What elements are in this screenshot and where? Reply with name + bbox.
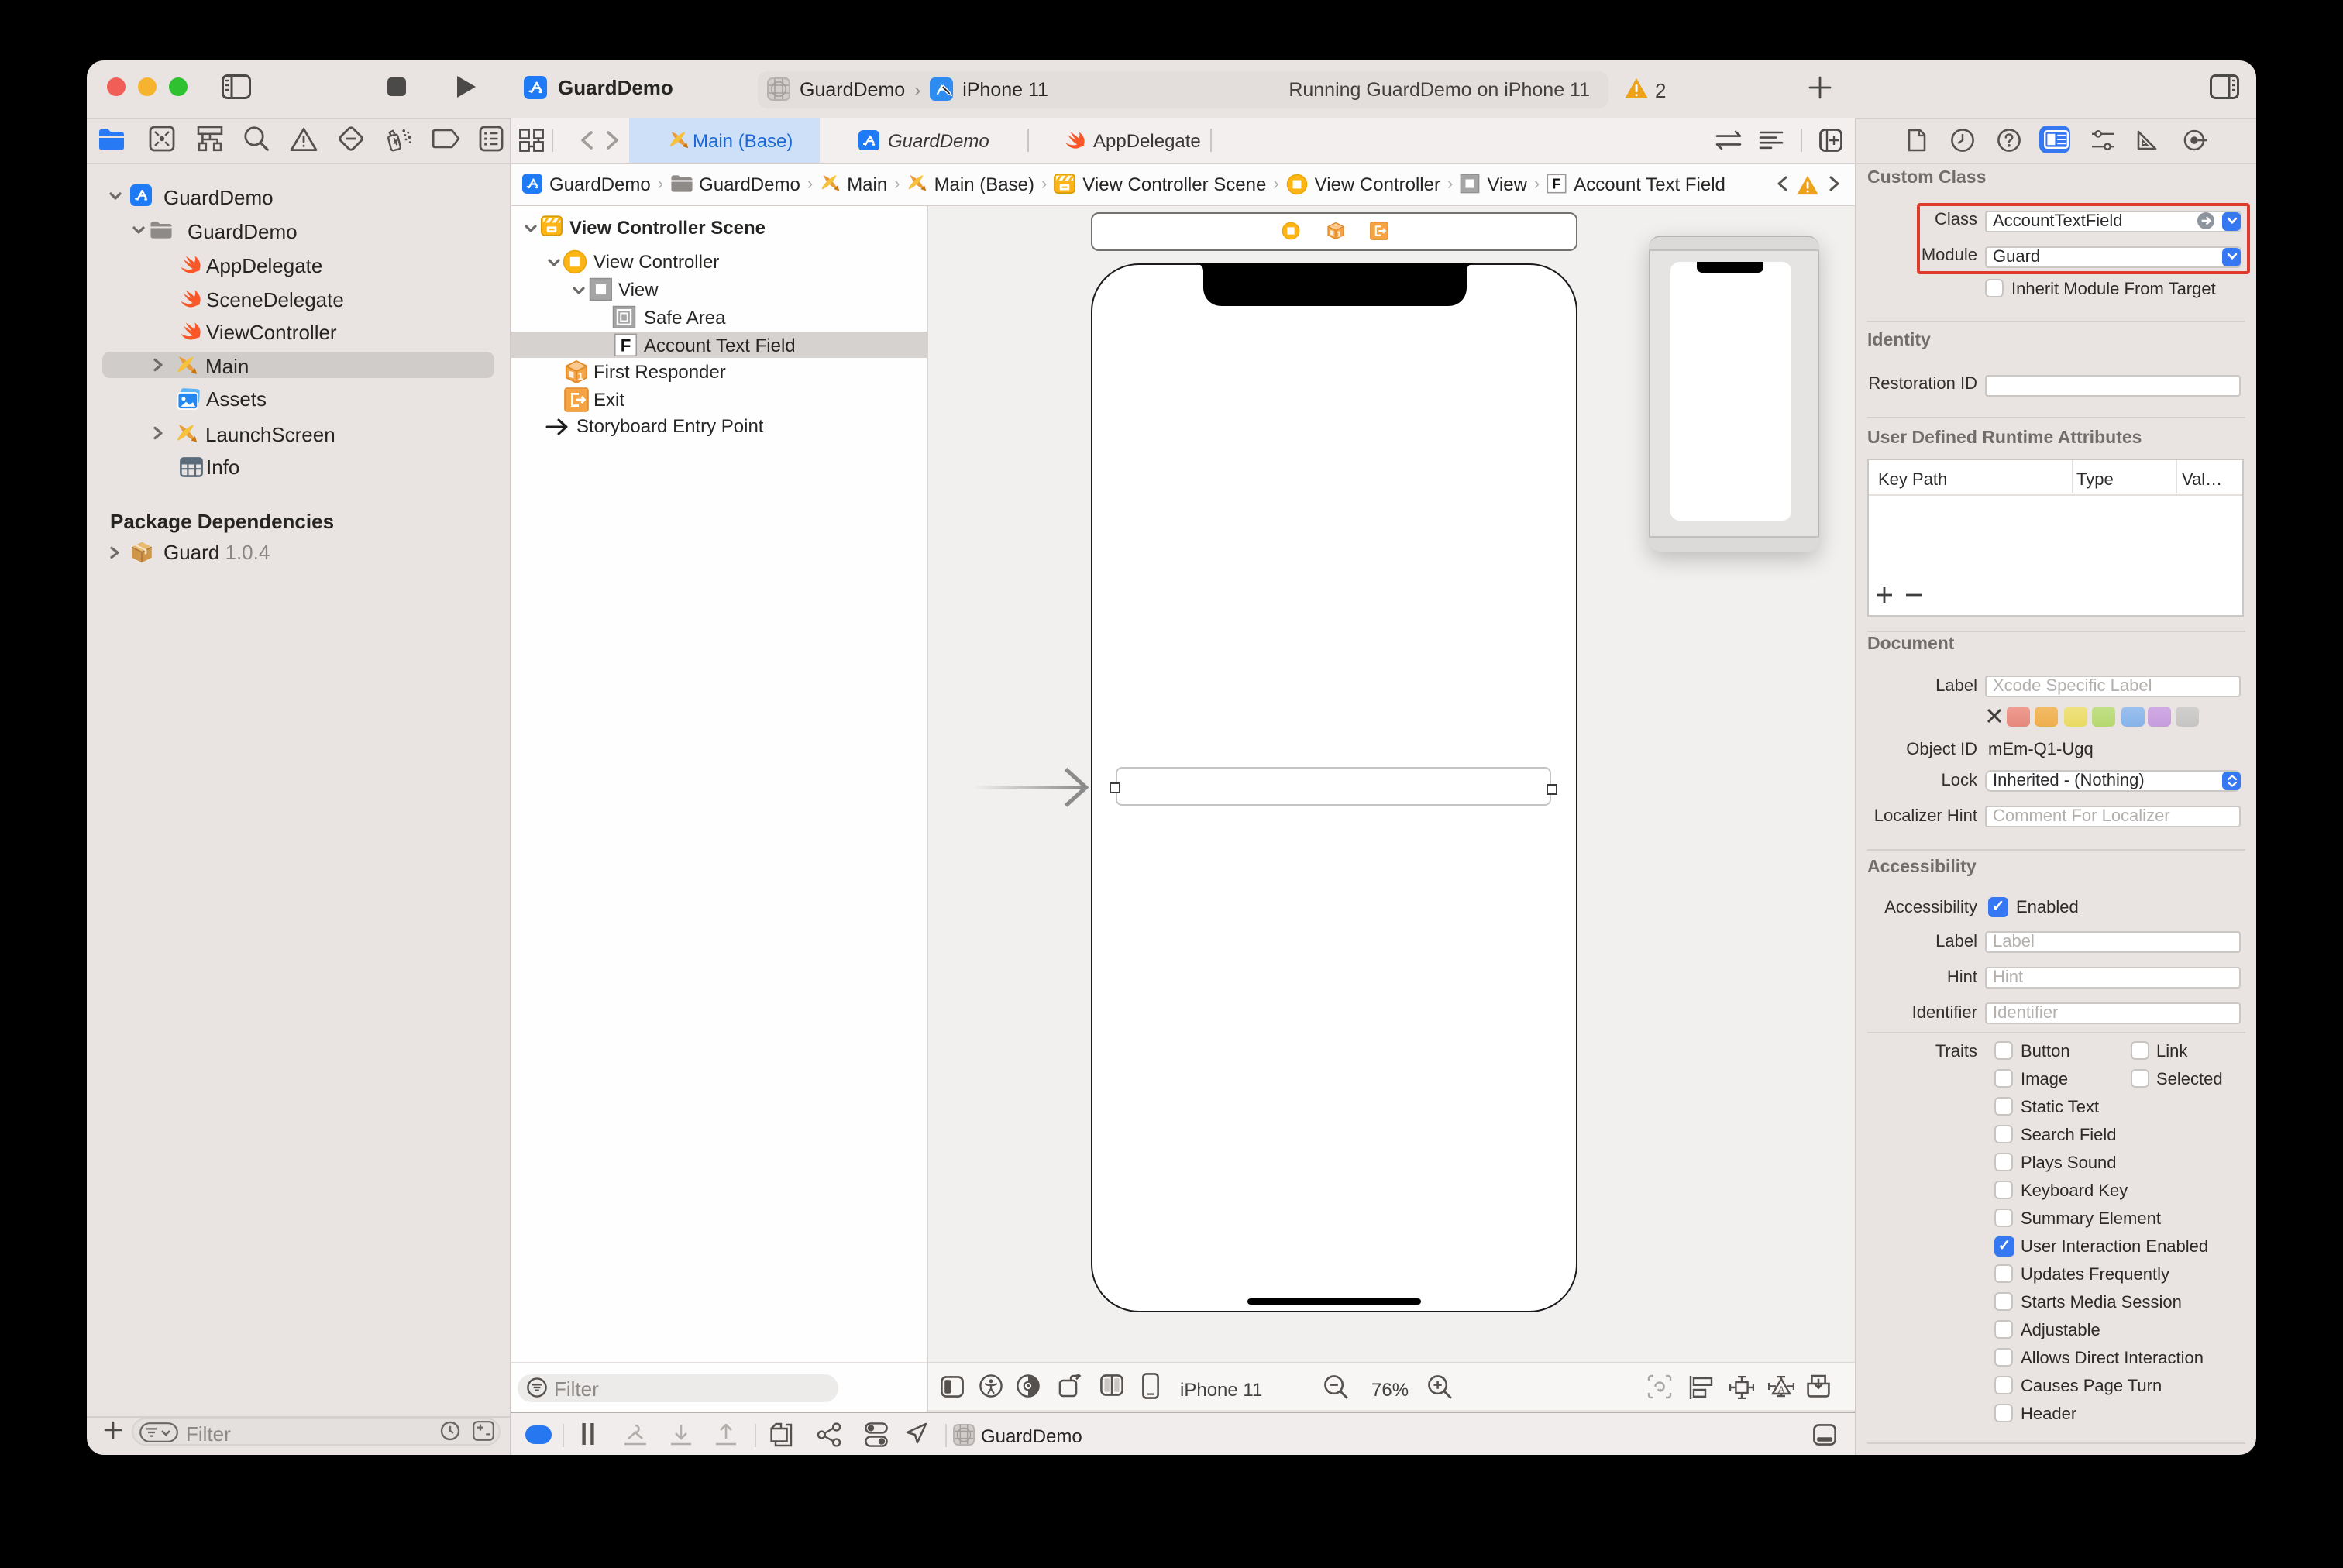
svg-text:A: A	[1778, 1384, 1784, 1394]
